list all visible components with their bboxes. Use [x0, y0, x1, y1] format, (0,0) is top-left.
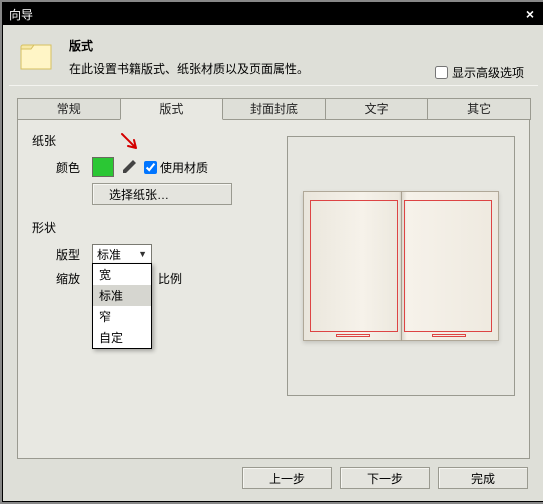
tab-other[interactable]: 其它	[427, 98, 531, 120]
chevron-down-icon: ▼	[138, 249, 147, 259]
tab-layout[interactable]: 版式	[120, 98, 224, 120]
layout-option-standard[interactable]: 标准	[93, 285, 151, 306]
scale-suffix: 比例	[158, 270, 182, 287]
separator	[9, 85, 538, 86]
folder-icon	[17, 35, 57, 75]
layout-type-value: 标准	[97, 246, 121, 263]
layout-type-combo[interactable]: 标准 ▼ 宽 标准 窄 自定	[92, 244, 152, 264]
show-advanced-checkbox[interactable]	[435, 66, 448, 79]
tab-cover[interactable]: 封面封底	[222, 98, 326, 120]
layout-option-wide[interactable]: 宽	[93, 264, 151, 285]
eyedropper-icon[interactable]	[120, 158, 138, 176]
book-preview	[287, 136, 515, 396]
wizard-header: 版式 在此设置书籍版式、纸张材质以及页面属性。 显示高级选项	[3, 25, 543, 85]
layout-option-narrow[interactable]: 窄	[93, 306, 151, 327]
wizard-window: 向导 × 版式 在此设置书籍版式、纸张材质以及页面属性。 显示高级选项 常规 版…	[2, 2, 543, 502]
finish-button[interactable]: 完成	[438, 467, 528, 489]
book-icon	[303, 191, 499, 341]
titlebar: 向导 ×	[3, 3, 543, 25]
close-icon[interactable]: ×	[522, 6, 538, 22]
select-paper-button[interactable]: 选择纸张…	[92, 183, 232, 205]
use-material-label: 使用材质	[160, 159, 208, 176]
tab-general[interactable]: 常规	[17, 98, 121, 120]
prev-button[interactable]: 上一步	[242, 467, 332, 489]
tab-text[interactable]: 文字	[325, 98, 429, 120]
use-material-checkbox[interactable]	[144, 161, 157, 174]
tab-strip: 常规 版式 封面封底 文字 其它	[17, 98, 530, 120]
next-button[interactable]: 下一步	[340, 467, 430, 489]
scale-label: 缩放	[52, 270, 80, 287]
layout-option-custom[interactable]: 自定	[93, 327, 151, 348]
layout-type-dropdown: 宽 标准 窄 自定	[92, 263, 152, 349]
color-label: 颜色	[52, 159, 80, 176]
page-heading: 版式	[69, 37, 530, 54]
wizard-footer: 上一步 下一步 完成	[242, 467, 528, 489]
tab-panel-layout: 纸张 颜色 使用材质 选择纸张… 形状 版型 标准 ▼ 宽	[17, 119, 530, 459]
show-advanced-label: 显示高级选项	[452, 64, 524, 81]
window-title: 向导	[9, 6, 33, 23]
color-swatch[interactable]	[92, 157, 114, 177]
layout-type-label: 版型	[52, 246, 80, 263]
